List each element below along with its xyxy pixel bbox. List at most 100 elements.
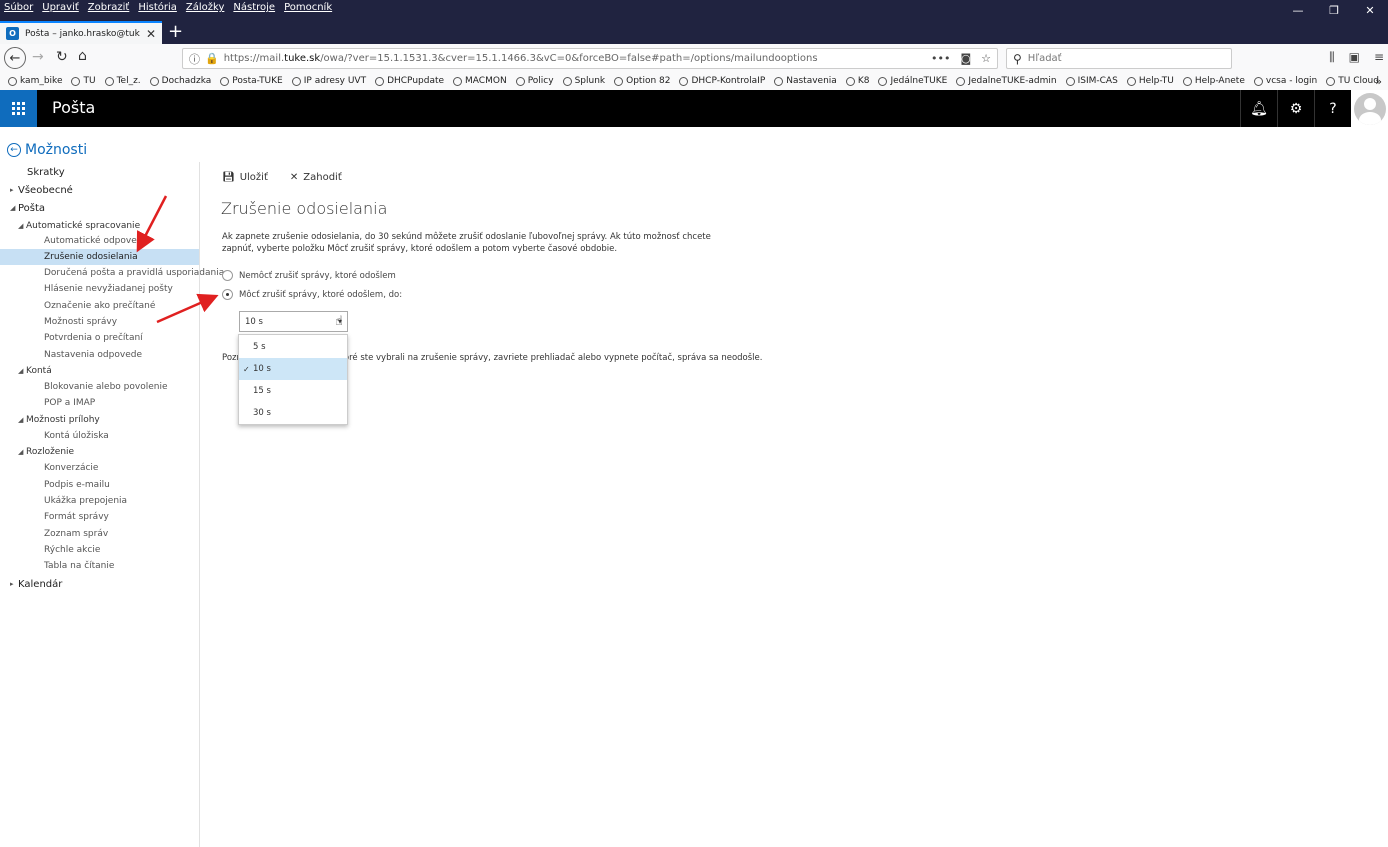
bookmark-item[interactable]: K8 bbox=[845, 76, 869, 86]
menu-file[interactable]: Súbor bbox=[4, 2, 33, 13]
sidebar-item[interactable]: Formát správy bbox=[0, 509, 199, 525]
sidebar-item[interactable]: Skratky bbox=[0, 164, 199, 180]
sidebar-item[interactable]: Nastavenia odpovede bbox=[0, 347, 199, 363]
sidebar-item[interactable]: ◢ Kontá bbox=[0, 363, 199, 379]
sidebar-item[interactable]: Zoznam správ bbox=[0, 526, 199, 542]
radio-button[interactable] bbox=[222, 289, 233, 300]
sidebar-icon[interactable]: ▣ bbox=[1349, 50, 1360, 65]
search-bar[interactable]: ⚲ Hľadať bbox=[1006, 48, 1232, 69]
sidebar-item[interactable]: Konverzácie bbox=[0, 460, 199, 476]
restore-icon[interactable]: ❐ bbox=[1316, 0, 1352, 20]
url-text[interactable]: https://mail.tuke.sk/owa/?ver=15.1.1531.… bbox=[224, 53, 926, 64]
dropdown-option-5s[interactable]: 5 s bbox=[239, 336, 347, 358]
avatar[interactable] bbox=[1351, 90, 1388, 127]
sidebar-item[interactable]: POP a IMAP bbox=[0, 395, 199, 411]
sidebar-item[interactable]: Tabla na čítanie bbox=[0, 558, 199, 574]
menu-view[interactable]: Zobraziť bbox=[88, 2, 130, 13]
undo-time-select[interactable]: 10 s ▾ bbox=[239, 311, 348, 332]
app-title[interactable]: Pošta bbox=[52, 98, 95, 117]
minimize-icon[interactable]: — bbox=[1280, 0, 1316, 20]
collapse-icon[interactable]: ◢ bbox=[10, 204, 18, 212]
back-icon[interactable]: ← bbox=[4, 47, 26, 69]
help-icon[interactable]: ? bbox=[1314, 90, 1351, 127]
radio-undo-off[interactable]: Nemôcť zrušiť správy, ktoré odošlem bbox=[222, 270, 396, 281]
bookmark-item[interactable]: MACMON bbox=[453, 76, 507, 86]
url-bar[interactable]: ⓘ 🔒 https://mail.tuke.sk/owa/?ver=15.1.1… bbox=[182, 48, 998, 69]
lock-icon[interactable]: 🔒 bbox=[205, 52, 219, 65]
sidebar-item[interactable]: Hlásenie nevyžiadanej pošty bbox=[0, 281, 199, 297]
collapse-icon[interactable]: ◢ bbox=[18, 222, 26, 230]
radio-undo-on[interactable]: Môcť zrušiť správy, ktoré odošlem, do: bbox=[222, 289, 402, 300]
sidebar-item[interactable]: ▸ Všeobecné bbox=[0, 182, 199, 198]
pocket-icon[interactable]: ◙ bbox=[960, 52, 971, 65]
bell-icon[interactable]: 🔔︎ bbox=[1240, 90, 1277, 127]
bookmark-item[interactable]: Policy bbox=[515, 76, 554, 86]
bookmark-item[interactable]: Nastavenia bbox=[774, 76, 837, 86]
bookmark-item[interactable]: Posta-TUKE bbox=[220, 76, 283, 86]
browser-tab-active[interactable]: O Pošta – janko.hrasko@tuke.sk ✕ bbox=[0, 21, 162, 44]
library-icon[interactable]: ⫼ bbox=[1329, 50, 1335, 65]
radio-button[interactable] bbox=[222, 270, 233, 281]
bookmark-item[interactable]: Option 82 bbox=[614, 76, 670, 86]
dropdown-option-15s[interactable]: 15 s bbox=[239, 380, 347, 402]
bookmark-item[interactable]: vcsa - login bbox=[1253, 76, 1317, 86]
new-tab-icon[interactable]: + bbox=[168, 22, 183, 42]
sidebar-item[interactable]: Možnosti správy bbox=[0, 314, 199, 330]
discard-button[interactable]: ✕ Zahodiť bbox=[290, 172, 342, 183]
dropdown-option-30s[interactable]: 30 s bbox=[239, 402, 347, 424]
sidebar-item[interactable]: Podpis e-mailu bbox=[0, 477, 199, 493]
sidebar-item[interactable]: ▸ Kalendár bbox=[0, 576, 199, 592]
options-back-link[interactable]: ← Možnosti bbox=[7, 142, 87, 158]
expand-icon[interactable]: ▸ bbox=[10, 186, 18, 194]
menu-history[interactable]: História bbox=[138, 2, 177, 13]
bookmark-item[interactable]: TU bbox=[71, 76, 96, 86]
bookmark-item[interactable]: Help-Anete bbox=[1182, 76, 1245, 86]
forward-icon[interactable]: → bbox=[32, 49, 44, 65]
bookmark-item[interactable]: TU Cloud bbox=[1326, 76, 1379, 86]
sidebar-item[interactable]: Označenie ako prečítané bbox=[0, 298, 199, 314]
bookmark-item[interactable]: Splunk bbox=[562, 76, 605, 86]
collapse-icon[interactable]: ◢ bbox=[18, 448, 26, 456]
sidebar-item[interactable]: Rýchle akcie bbox=[0, 542, 199, 558]
sidebar-item[interactable]: ◢ Pošta bbox=[0, 200, 199, 216]
sidebar-item[interactable]: Doručená pošta a pravidlá usporiadania bbox=[0, 265, 224, 281]
sidebar-item[interactable]: ◢ Rozloženie bbox=[0, 444, 199, 460]
sidebar-item[interactable]: Ukážka prepojenia bbox=[0, 493, 199, 509]
menu-help[interactable]: Pomocník bbox=[284, 2, 332, 13]
sidebar-item[interactable]: Blokovanie alebo povolenie bbox=[0, 379, 199, 395]
bookmark-item[interactable]: IP adresy UVT bbox=[291, 76, 366, 86]
menu-edit[interactable]: Upraviť bbox=[42, 2, 79, 13]
bookmark-item[interactable]: Help-TU bbox=[1126, 76, 1174, 86]
sidebar-item[interactable]: ◢ Automatické spracovanie bbox=[0, 218, 199, 234]
sidebar-item[interactable]: ◢ Možnosti prílohy bbox=[0, 412, 199, 428]
collapse-icon[interactable]: ◢ bbox=[18, 367, 26, 375]
dropdown-option-10s[interactable]: ✓ 10 s bbox=[239, 358, 347, 380]
gear-icon[interactable]: ⚙ bbox=[1277, 90, 1314, 127]
bookmark-item[interactable]: ISIM-CAS bbox=[1065, 76, 1118, 86]
bookmarks-overflow-icon[interactable]: » bbox=[1375, 75, 1382, 88]
bookmark-item[interactable]: Tel_z. bbox=[104, 76, 141, 86]
bookmark-item[interactable]: kam_bike bbox=[8, 76, 62, 86]
bookmark-item[interactable]: DHCPupdate bbox=[375, 76, 444, 86]
tab-close-icon[interactable]: ✕ bbox=[146, 27, 156, 41]
reload-icon[interactable]: ↻ bbox=[56, 49, 68, 65]
save-button[interactable]: 💾︎ Uložiť bbox=[222, 172, 268, 183]
menu-tools[interactable]: Nástroje bbox=[233, 2, 275, 13]
bookmark-item[interactable]: JedálneTUKE bbox=[878, 76, 947, 86]
bookmark-item[interactable]: DHCP-KontrolaIP bbox=[679, 76, 765, 86]
bookmark-item[interactable]: JedalneTUKE-admin bbox=[956, 76, 1057, 86]
bookmark-item[interactable]: Dochadzka bbox=[149, 76, 211, 86]
bookmark-star-icon[interactable]: ☆ bbox=[981, 52, 991, 65]
menu-bookmarks[interactable]: Záložky bbox=[186, 2, 224, 13]
sidebar-item[interactable]: Zrušenie odosielania bbox=[0, 249, 199, 265]
hamburger-menu-icon[interactable]: ≡ bbox=[1374, 50, 1384, 65]
app-launcher-icon[interactable] bbox=[0, 90, 37, 127]
home-icon[interactable]: ⌂ bbox=[78, 48, 87, 64]
close-icon[interactable]: ✕ bbox=[1352, 0, 1388, 20]
expand-icon[interactable]: ▸ bbox=[10, 580, 18, 588]
sidebar-item[interactable]: Potvrdenia o prečítaní bbox=[0, 330, 199, 346]
sidebar-item[interactable]: Automatické odpovede bbox=[0, 233, 199, 249]
page-actions-icon[interactable]: ••• bbox=[931, 52, 950, 65]
sidebar-item[interactable]: Kontá úložiska bbox=[0, 428, 199, 444]
info-icon[interactable]: ⓘ bbox=[189, 51, 200, 67]
